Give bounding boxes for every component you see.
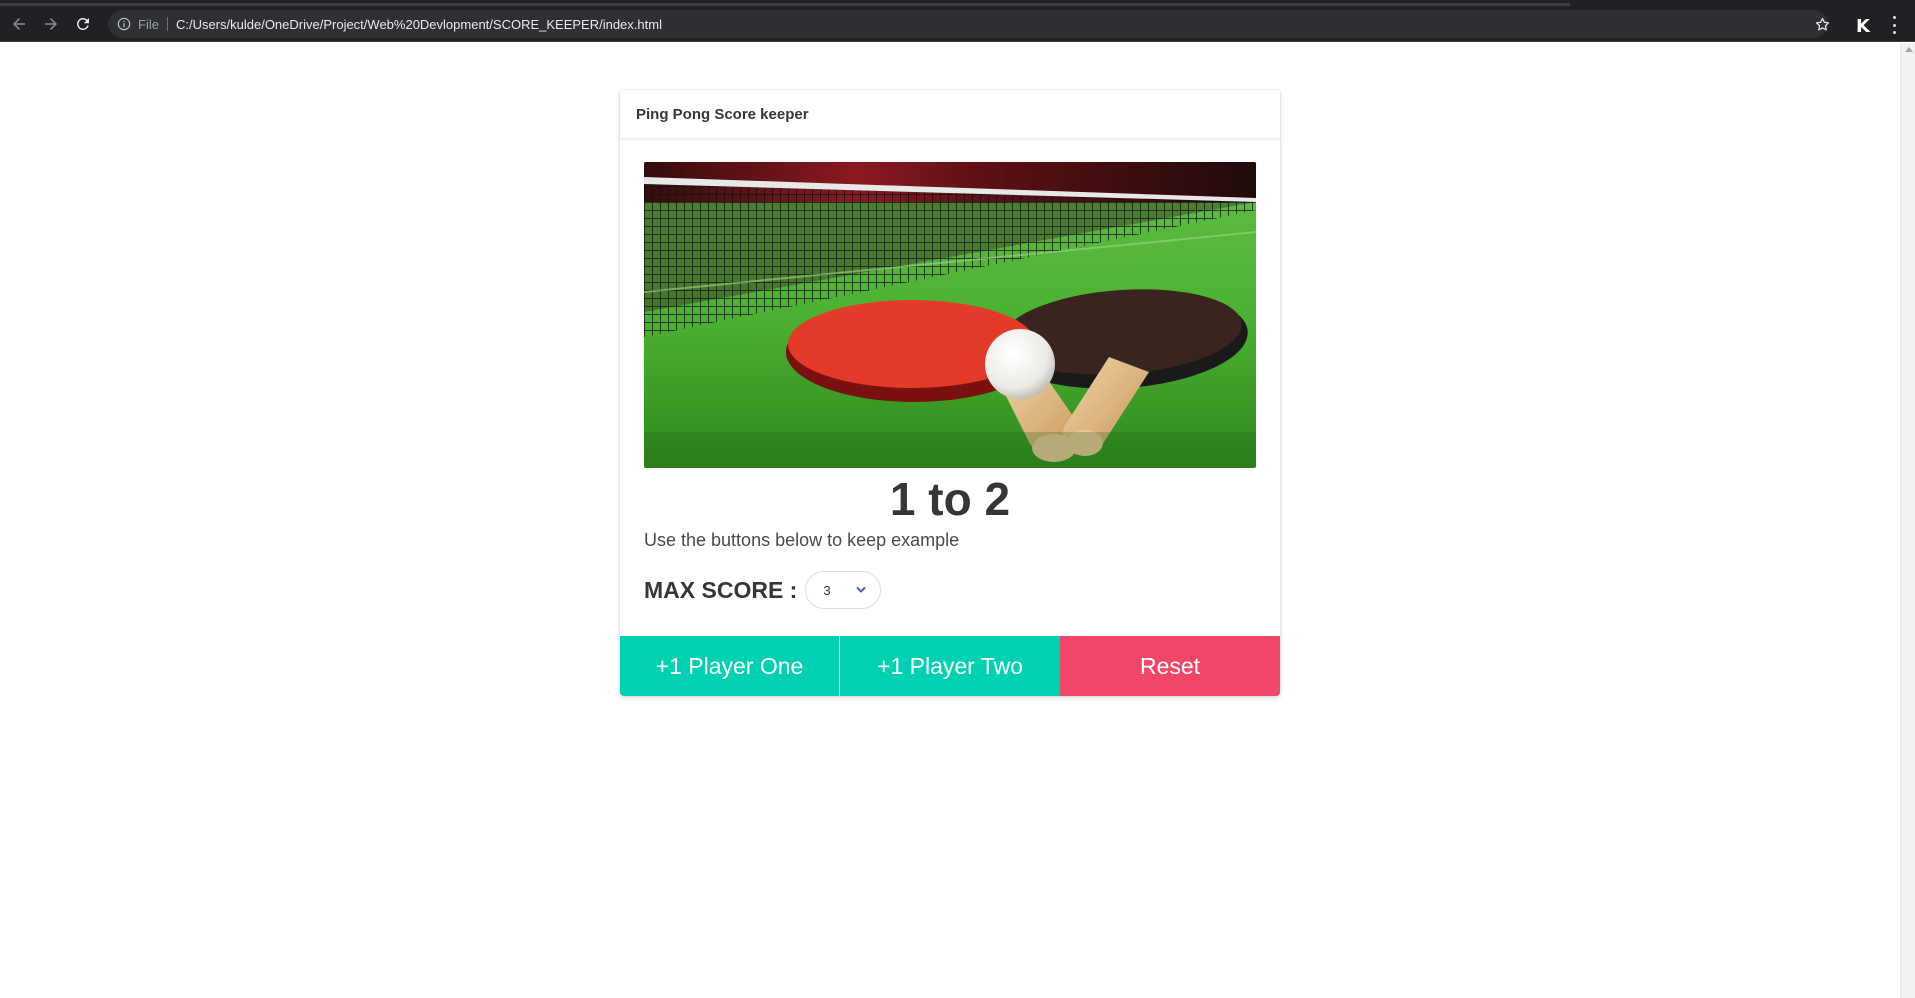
ping-pong-image [644,162,1256,468]
divider [166,17,168,31]
file-scheme-label: File [138,16,159,32]
reload-icon [76,17,89,30]
info-icon[interactable] [116,16,132,32]
instructions-text: Use the buttons below to keep example [644,530,960,550]
reset-button[interactable]: Reset [1060,636,1280,696]
url-text[interactable]: C:/Users/kulde/OneDrive/Project/Web%20De… [176,17,662,32]
ping-pong-paddles-illustration [644,162,1256,468]
browser-toolbar: File C:/Users/kulde/OneDrive/Project/Web… [0,6,1915,42]
arrow-left-icon [13,18,25,30]
bookmark-star-icon[interactable] [1812,14,1832,34]
reload-button[interactable] [72,13,94,35]
forward-button[interactable] [40,13,62,35]
max-score-label: MAX SCORE : [644,576,798,603]
back-button[interactable] [8,13,30,35]
player-two-button[interactable]: +1 Player Two [840,636,1060,696]
card-header-title: Ping Pong Score keeper [636,105,809,123]
max-score-row: MAX SCORE : 3 [644,570,882,610]
scrollbar[interactable] [1900,43,1915,998]
extension-k-icon[interactable]: K [1852,14,1874,36]
svg-text:K: K [1856,16,1871,35]
score-display: 1 to 2 [889,473,1011,525]
player-one-button[interactable]: +1 Player One [620,636,839,696]
browser-menu-icon[interactable] [1890,16,1898,34]
card-footer: +1 Player One +1 Player Two Reset [620,636,1280,696]
chevron-down-icon [856,587,866,593]
scroll-up-arrow-icon[interactable] [1905,47,1913,52]
card-header: Ping Pong Score keeper [620,90,1280,139]
max-score-value: 3 [823,582,831,598]
arrow-right-icon [45,18,57,30]
score-keeper-card: Ping Pong Score keeper 1 to 2 Use the bu… [620,90,1280,696]
address-bar[interactable]: File C:/Users/kulde/OneDrive/Project/Web… [108,10,1828,38]
max-score-select[interactable]: 3 [805,571,882,609]
